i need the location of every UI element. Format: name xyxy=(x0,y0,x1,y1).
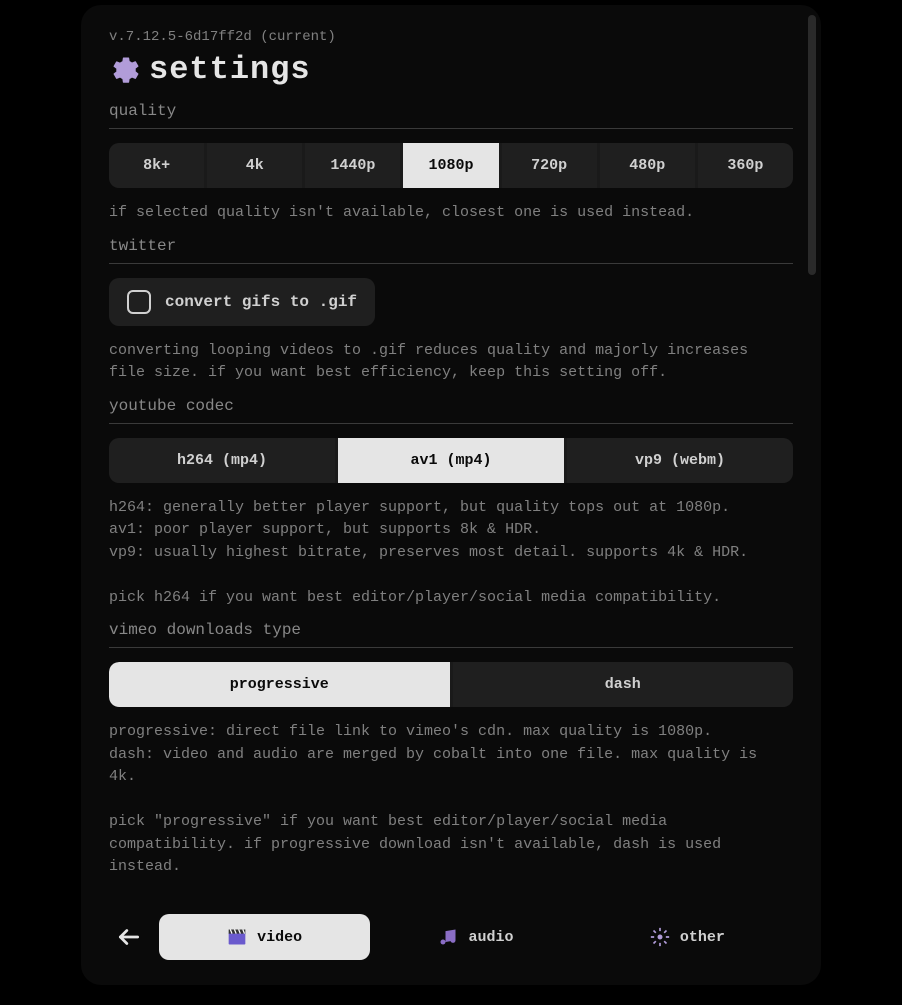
title-row: settings xyxy=(109,51,793,88)
quality-caption: if selected quality isn't available, clo… xyxy=(109,202,793,225)
settings-panel: v.7.12.5-6d17ff2d (current) settings qua… xyxy=(81,5,821,985)
twitter-caption: converting looping videos to .gif reduce… xyxy=(109,340,793,385)
bottom-tab-bar: video audio other xyxy=(109,913,793,961)
arrow-left-icon xyxy=(116,924,142,950)
quality-section-label: quality xyxy=(109,102,793,129)
vimeo-option-progressive[interactable]: progressive xyxy=(109,662,450,707)
codec-option-vp9webm[interactable]: vp9 (webm) xyxy=(567,438,793,483)
tab-label-other: other xyxy=(680,929,725,946)
codec-section-label: youtube codec xyxy=(109,397,793,424)
twitter-section-label: twitter xyxy=(109,237,793,264)
tab-audio[interactable]: audio xyxy=(370,914,581,960)
settings-icon xyxy=(650,927,670,947)
codec-option-h264mp4[interactable]: h264 (mp4) xyxy=(109,438,335,483)
quality-option-8k[interactable]: 8k+ xyxy=(109,143,204,188)
codec-option-av1mp4[interactable]: av1 (mp4) xyxy=(338,438,564,483)
vimeo-option-group: progressivedash xyxy=(109,662,793,707)
back-button[interactable] xyxy=(109,913,149,961)
quality-option-720p[interactable]: 720p xyxy=(502,143,597,188)
music-note-icon xyxy=(438,927,458,947)
vimeo-section-label: vimeo downloads type xyxy=(109,621,793,648)
clapperboard-icon xyxy=(227,927,247,947)
checkbox-icon xyxy=(127,290,151,314)
version-text: v.7.12.5-6d17ff2d (current) xyxy=(109,29,793,45)
quality-option-group: 8k+4k1440p1080p720p480p360p xyxy=(109,143,793,188)
gear-icon xyxy=(109,55,139,85)
tab-other[interactable]: other xyxy=(582,914,793,960)
quality-option-480p[interactable]: 480p xyxy=(600,143,695,188)
codec-caption: h264: generally better player support, b… xyxy=(109,497,793,610)
page-title: settings xyxy=(149,51,311,88)
twitter-gif-checkbox-label: convert gifs to .gif xyxy=(165,293,357,311)
scrollbar[interactable] xyxy=(808,15,816,915)
twitter-gif-checkbox-row[interactable]: convert gifs to .gif xyxy=(109,278,375,326)
tab-label-audio: audio xyxy=(468,929,513,946)
tab-video[interactable]: video xyxy=(159,914,370,960)
tab-label-video: video xyxy=(257,929,302,946)
quality-option-1080p[interactable]: 1080p xyxy=(403,143,498,188)
codec-option-group: h264 (mp4)av1 (mp4)vp9 (webm) xyxy=(109,438,793,483)
tab-group: video audio other xyxy=(159,914,793,960)
vimeo-option-dash[interactable]: dash xyxy=(453,662,794,707)
quality-option-1440p[interactable]: 1440p xyxy=(305,143,400,188)
quality-option-360p[interactable]: 360p xyxy=(698,143,793,188)
vimeo-caption: progressive: direct file link to vimeo's… xyxy=(109,721,793,879)
quality-option-4k[interactable]: 4k xyxy=(207,143,302,188)
